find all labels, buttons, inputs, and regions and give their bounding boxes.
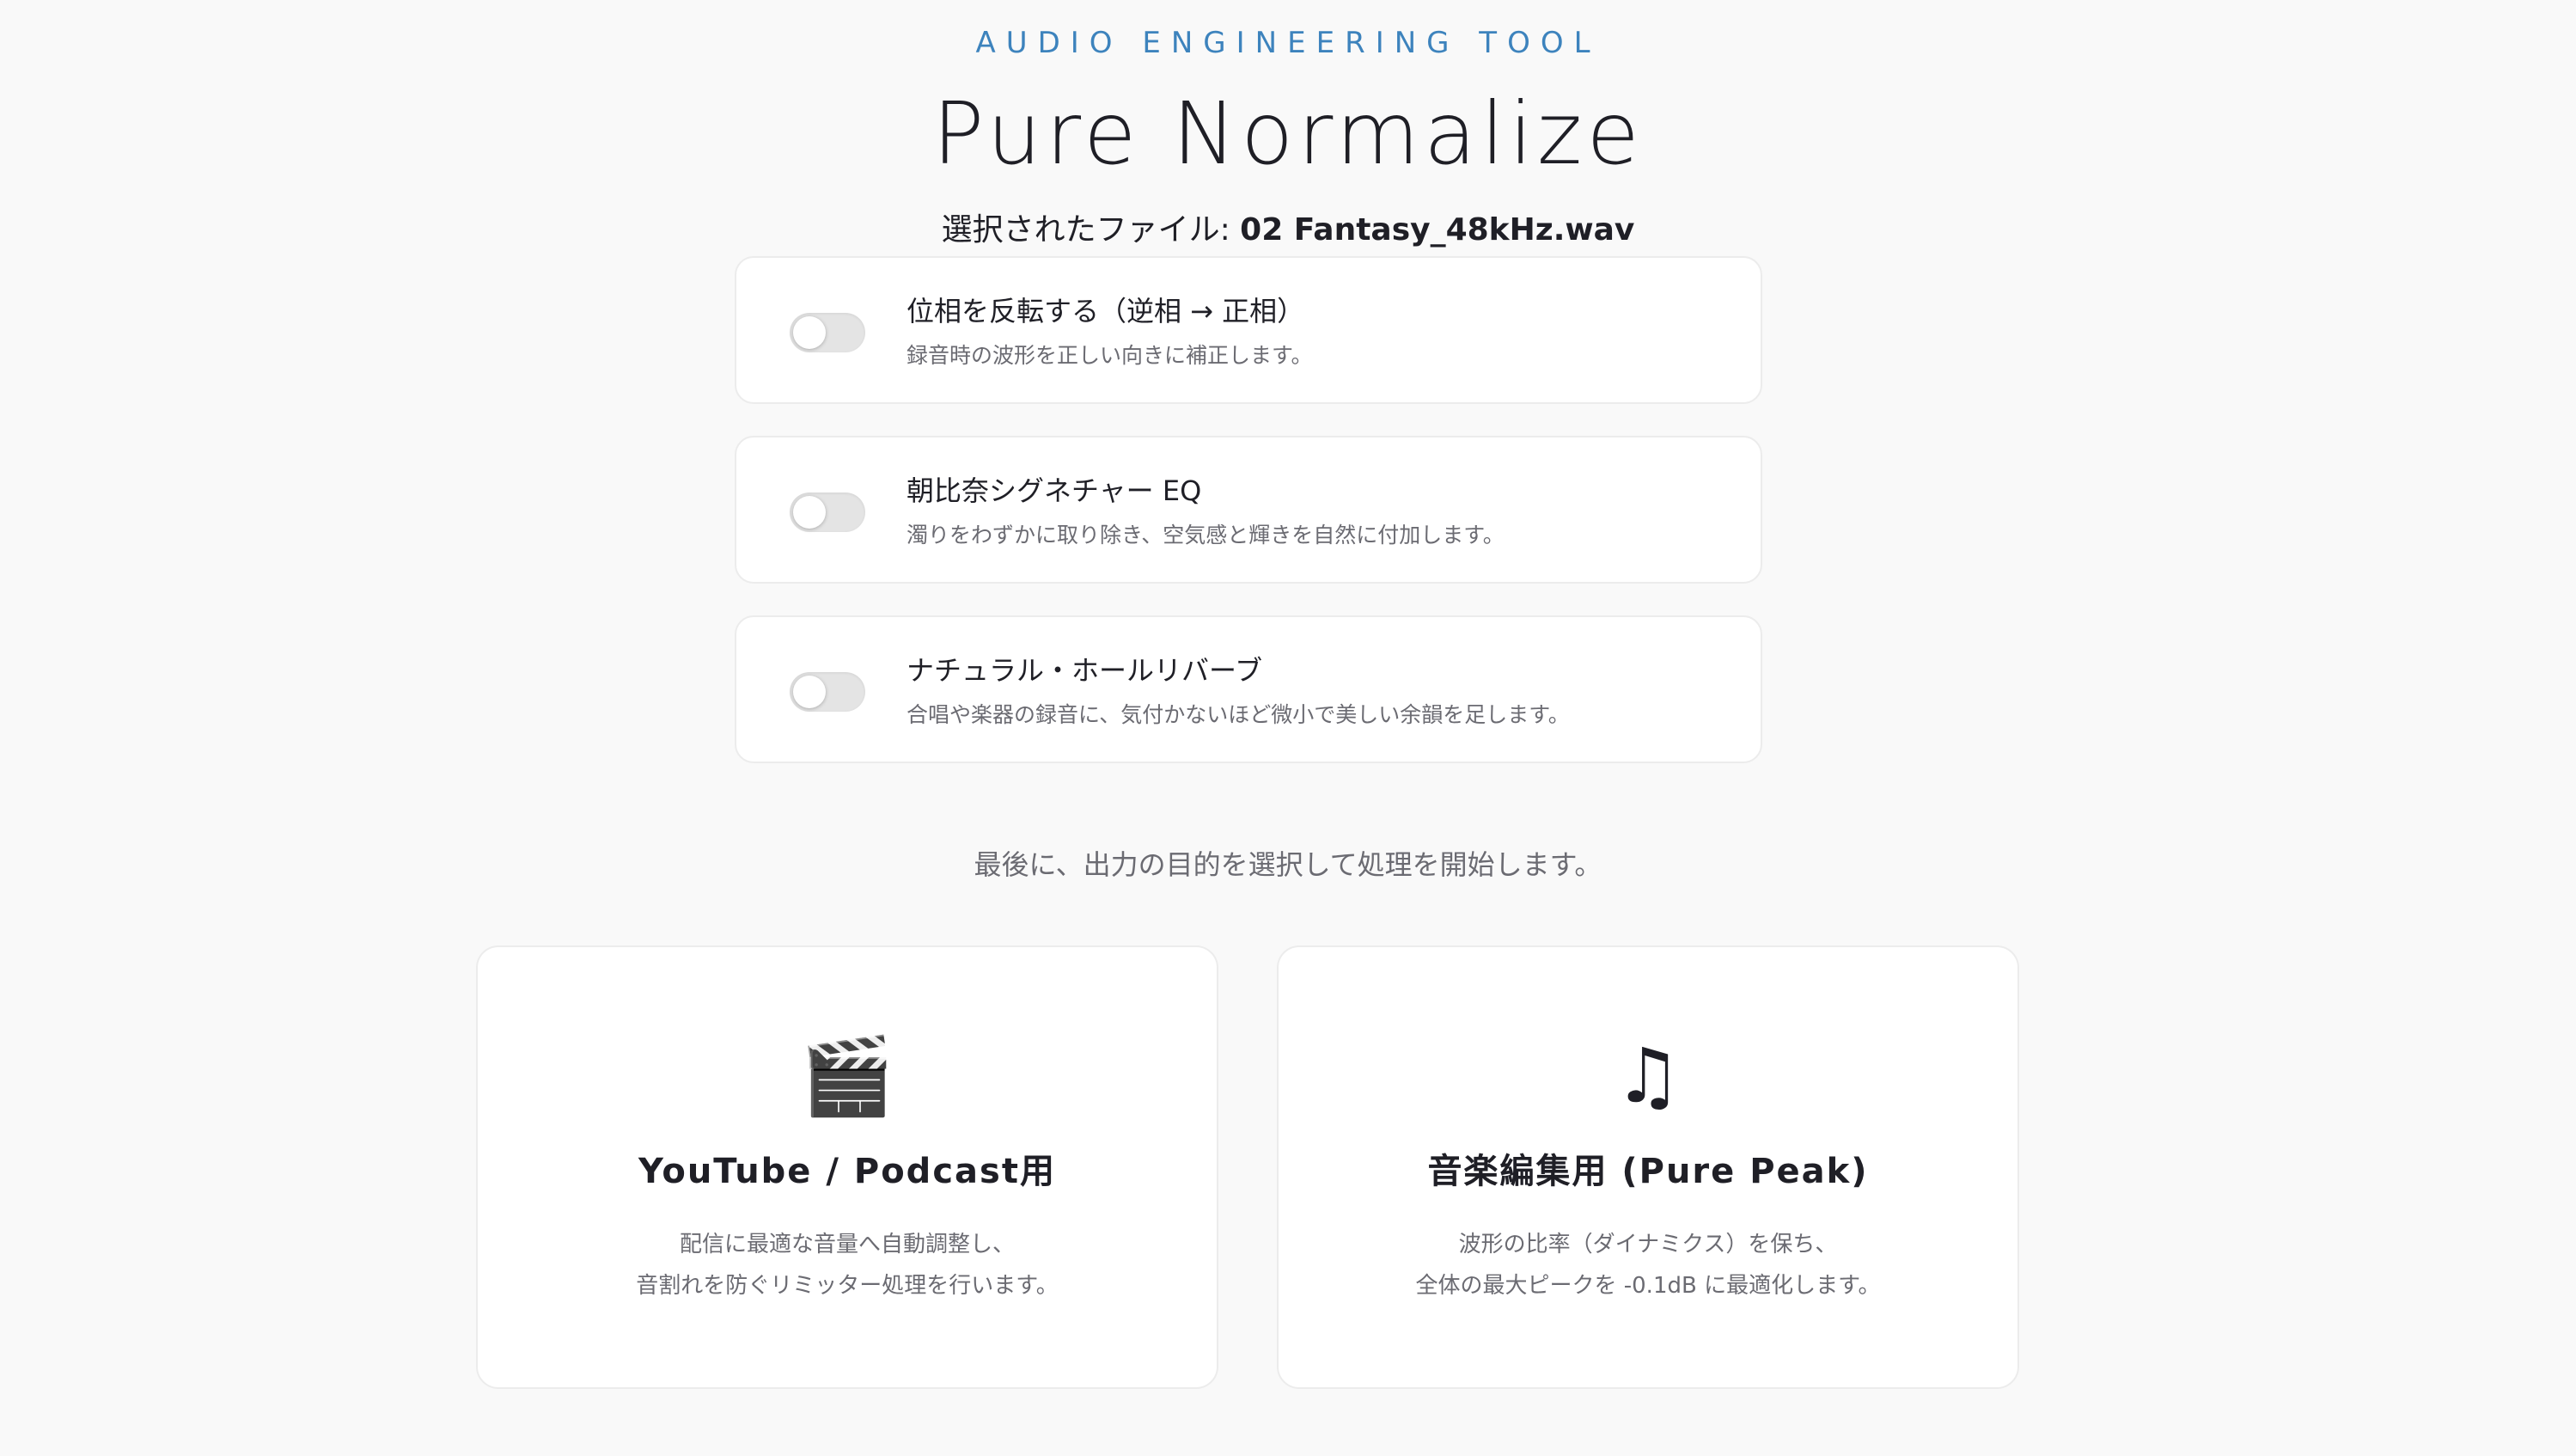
mode-description-line2: 音割れを防ぐリミッター処理を行います。 [636,1273,1059,1299]
option-card-hall-reverb: ナチュラル・ホールリバーブ 合唱や楽器の録音に、気付かないほど微小で美しい余韻を… [735,615,1762,763]
option-card-phase-invert: 位相を反転する（逆相 → 正相） 録音時の波形を正しい向きに補正します。 [735,256,1762,404]
option-title: 朝比奈シグネチャー EQ [906,474,1202,507]
signature-eq-toggle[interactable] [790,492,865,532]
toggle-knob [793,676,826,708]
option-card-signature-eq: 朝比奈シグネチャー EQ 濁りをわずかに取り除き、空気感と輝きを自然に付加します… [735,436,1762,584]
selected-file-line: 選択されたファイル: 02 Fantasy_48kHz.wav [0,210,2576,251]
phase-invert-toggle[interactable] [790,313,865,352]
option-description: 濁りをわずかに取り除き、空気感と輝きを自然に付加します。 [906,523,1505,548]
youtube-podcast-mode-button[interactable]: 🎬 YouTube / Podcast用 配信に最適な音量へ自動調整し、 音割れ… [476,945,1218,1389]
hall-reverb-toggle[interactable] [790,672,865,712]
output-purpose-prompt: 最後に、出力の目的を選択して処理を開始します。 [974,848,1602,881]
mode-description-line1: 波形の比率（ダイナミクス）を保ち、 [1458,1232,1838,1257]
toggle-knob [793,496,826,529]
option-description: 録音時の波形を正しい向きに補正します。 [906,343,1313,368]
mode-title: YouTube / Podcast用 [638,1152,1056,1191]
option-title: 位相を反転する（逆相 → 正相） [906,295,1305,327]
music-notes-icon: ♫ [1614,1031,1682,1120]
mode-description-line1: 配信に最適な音量へ自動調整し、 [679,1232,1015,1257]
app-page: AUDIO ENGINEERING TOOL Pure Normalize 選択… [0,0,2576,1456]
eyebrow-label: AUDIO ENGINEERING TOOL [975,26,1601,60]
option-title: ナチュラル・ホールリバーブ [906,654,1263,687]
selected-file-label: 選択されたファイル: [941,212,1241,248]
toggle-knob [793,316,826,349]
mode-description-line2: 全体の最大ピークを -0.1dB に最適化します。 [1415,1273,1881,1299]
option-description: 合唱や楽器の録音に、気付かないほど微小で美しい余韻を足します。 [906,702,1570,727]
mode-title: 音楽編集用 (Pure Peak) [1427,1152,1869,1191]
clapperboard-icon: 🎬 [800,1031,894,1120]
music-editing-mode-button[interactable]: ♫ 音楽編集用 (Pure Peak) 波形の比率（ダイナミクス）を保ち、 全体… [1277,945,2019,1389]
page-title: Pure Normalize [932,83,1644,184]
selected-file-name: 02 Fantasy_48kHz.wav [1240,212,1635,248]
